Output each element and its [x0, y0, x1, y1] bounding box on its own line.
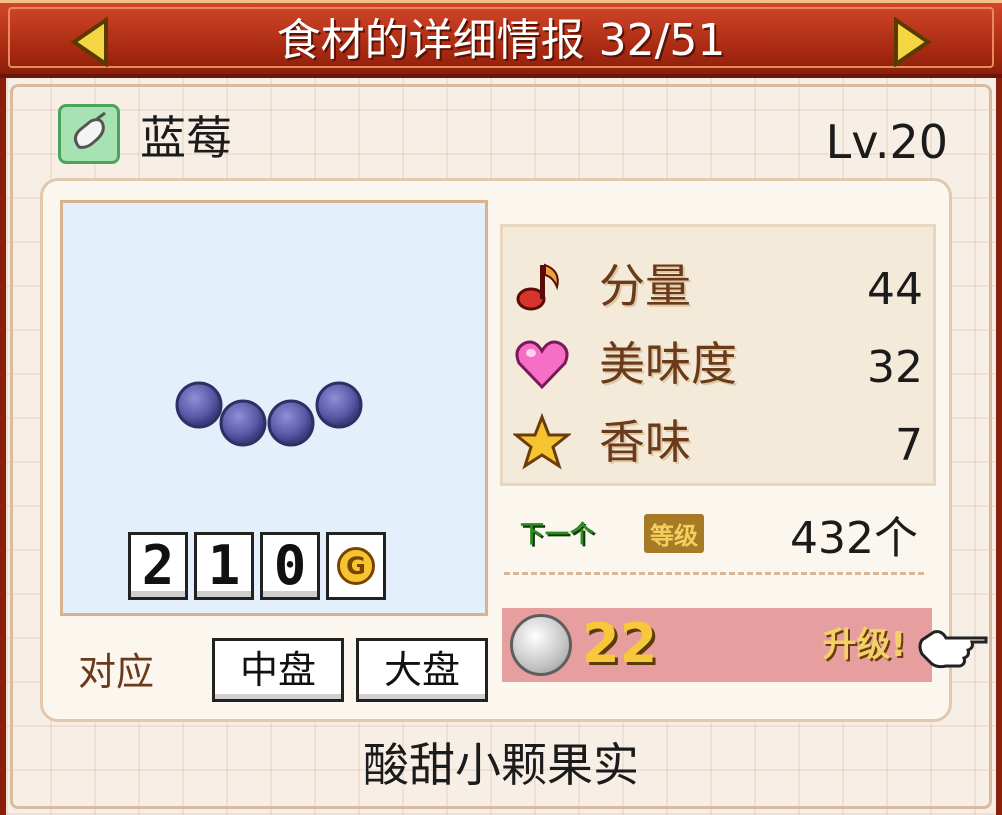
currency-symbol: G: [337, 547, 375, 585]
stat-label: 香味: [599, 415, 691, 469]
stat-value: 7: [895, 420, 923, 471]
price-digit: 0: [260, 532, 320, 600]
stat-label: 分量: [599, 259, 691, 313]
hand-pointer-icon: [918, 630, 988, 669]
item-level: Lv.20: [825, 115, 948, 169]
price-display: 2 1 0 G: [128, 532, 386, 604]
upgrade-cost: 22: [582, 612, 658, 675]
page-title: 食材的详细情报 32/51: [276, 15, 726, 66]
stat-value: 32: [867, 342, 923, 393]
compat-label: 对应: [78, 650, 155, 694]
upgrade-label: 升级!: [822, 625, 906, 665]
music-note-icon: [516, 263, 559, 311]
next-level-row: 下一个 等级 432个: [520, 504, 930, 568]
plate-medium-button[interactable]: 中盘: [212, 638, 344, 702]
price-digit: 2: [128, 532, 188, 600]
stat-row-taste: 美味度 32: [503, 327, 933, 403]
plate-large-button[interactable]: 大盘: [356, 638, 488, 702]
upgrade-button[interactable]: 22 升级!: [502, 608, 932, 682]
stats-panel: 分量 44 美味度 32 香味 7: [500, 224, 936, 486]
heart-icon: [515, 340, 569, 390]
next-level-count: 432个: [790, 513, 918, 564]
price-digit: 1: [194, 532, 254, 600]
star-icon: [513, 413, 571, 470]
stat-row-portion: 分量 44: [503, 249, 933, 325]
header-bar: 食材的详细情报 32/51: [0, 0, 1002, 78]
ingredient-bag-icon: [58, 104, 120, 164]
dashed-divider: [504, 572, 924, 575]
triangle-right-icon[interactable]: [892, 17, 932, 67]
stat-value: 44: [867, 264, 923, 315]
next-label: 下一个: [520, 520, 595, 548]
gold-coin-icon: G: [326, 532, 386, 600]
level-label: 等级: [644, 514, 704, 553]
stat-label: 美味度: [599, 337, 737, 391]
silver-coin-icon: [510, 614, 572, 676]
stat-row-aroma: 香味 7: [503, 405, 933, 481]
item-description: 酸甜小颗果实: [363, 738, 639, 792]
item-name: 蓝莓: [140, 111, 232, 165]
